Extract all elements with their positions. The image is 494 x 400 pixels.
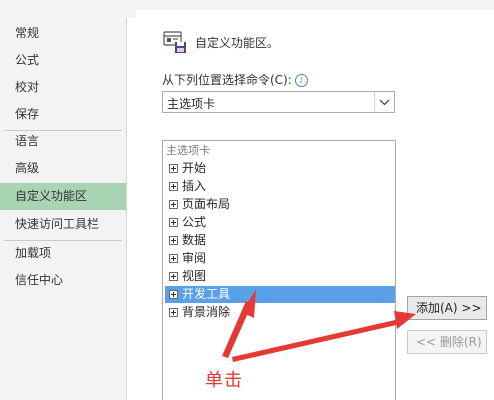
customize-ribbon-icon <box>163 31 186 53</box>
tree-item-label: 背景消除 <box>182 305 231 319</box>
tree-item-label: 页面布局 <box>182 197 231 211</box>
choose-commands-label: 从下列位置选择命令(C): i <box>162 71 308 88</box>
sidebar-item-customize-ribbon[interactable]: 自定义功能区 <box>0 183 126 210</box>
tree-item-formulas[interactable]: 公式 <box>165 214 395 231</box>
tree-item-page-layout[interactable]: 页面布局 <box>165 196 395 213</box>
tree-item-developer[interactable]: 开发工具 <box>165 286 395 303</box>
expand-plus-icon[interactable] <box>169 236 178 245</box>
chevron-down-icon[interactable] <box>374 92 394 112</box>
expand-plus-icon[interactable] <box>169 254 178 263</box>
remove-button[interactable]: << 删除(R) <box>407 330 487 354</box>
add-button[interactable]: 添加(A) >> <box>407 296 487 320</box>
section-title: 自定义功能区。 <box>195 36 280 50</box>
tree-item-label: 开发工具 <box>182 287 231 301</box>
annotation-label: 单击 <box>205 370 243 391</box>
expand-plus-icon[interactable] <box>169 164 178 173</box>
sidebar-item-proofing[interactable]: 校对 <box>0 74 126 101</box>
tree-item-label: 视图 <box>182 269 207 283</box>
sidebar-item-advanced[interactable]: 高级 <box>0 155 126 182</box>
sidebar-item-save[interactable]: 保存 <box>0 101 126 128</box>
choose-commands-text: 从下列位置选择命令(C): <box>162 73 292 87</box>
expand-plus-icon[interactable] <box>169 290 178 299</box>
info-icon[interactable]: i <box>294 74 308 87</box>
expand-plus-icon[interactable] <box>169 218 178 227</box>
sidebar-item-formulas[interactable]: 公式 <box>0 47 126 74</box>
sidebar-item-add-ins[interactable]: 加载项 <box>0 240 126 267</box>
tree-item-label: 审阅 <box>182 251 207 265</box>
tree-item-label: 开始 <box>182 161 207 175</box>
tree-item-background-removal[interactable]: 背景消除 <box>165 304 395 321</box>
expand-plus-icon[interactable] <box>169 272 178 281</box>
sidebar-item-quick-access-toolbar[interactable]: 快速访问工具栏 <box>0 211 126 238</box>
tree-item-view[interactable]: 视图 <box>165 268 395 285</box>
sidebar-item-language[interactable]: 语言 <box>0 128 126 155</box>
tree-item-home[interactable]: 开始 <box>165 160 395 177</box>
expand-plus-icon[interactable] <box>169 200 178 209</box>
tree-item-label: 插入 <box>182 179 207 193</box>
sidebar-item-trust-center[interactable]: 信任中心 <box>0 267 126 294</box>
options-sidebar: 常规 公式 校对 保存 语言 高级 自定义功能区 快速访问工具栏 加载项 信任中… <box>0 18 127 400</box>
tree-item-data[interactable]: 数据 <box>165 232 395 249</box>
commands-tree-list[interactable]: 主选项卡 开始 插入 页面布局 公式 数据 审阅 视图 开发工具 背景消除 <box>162 140 396 400</box>
commands-source-dropdown[interactable]: 主选项卡 <box>162 91 395 113</box>
tree-item-review[interactable]: 审阅 <box>165 250 395 267</box>
sidebar-item-general[interactable]: 常规 <box>0 20 126 47</box>
tree-item-label: 数据 <box>182 233 207 247</box>
dropdown-selected-value: 主选项卡 <box>167 97 216 111</box>
expand-plus-icon[interactable] <box>169 308 178 317</box>
tree-item-label: 公式 <box>182 215 207 229</box>
tree-item-insert[interactable]: 插入 <box>165 178 395 195</box>
tree-group-header: 主选项卡 <box>166 144 210 157</box>
expand-plus-icon[interactable] <box>169 182 178 191</box>
